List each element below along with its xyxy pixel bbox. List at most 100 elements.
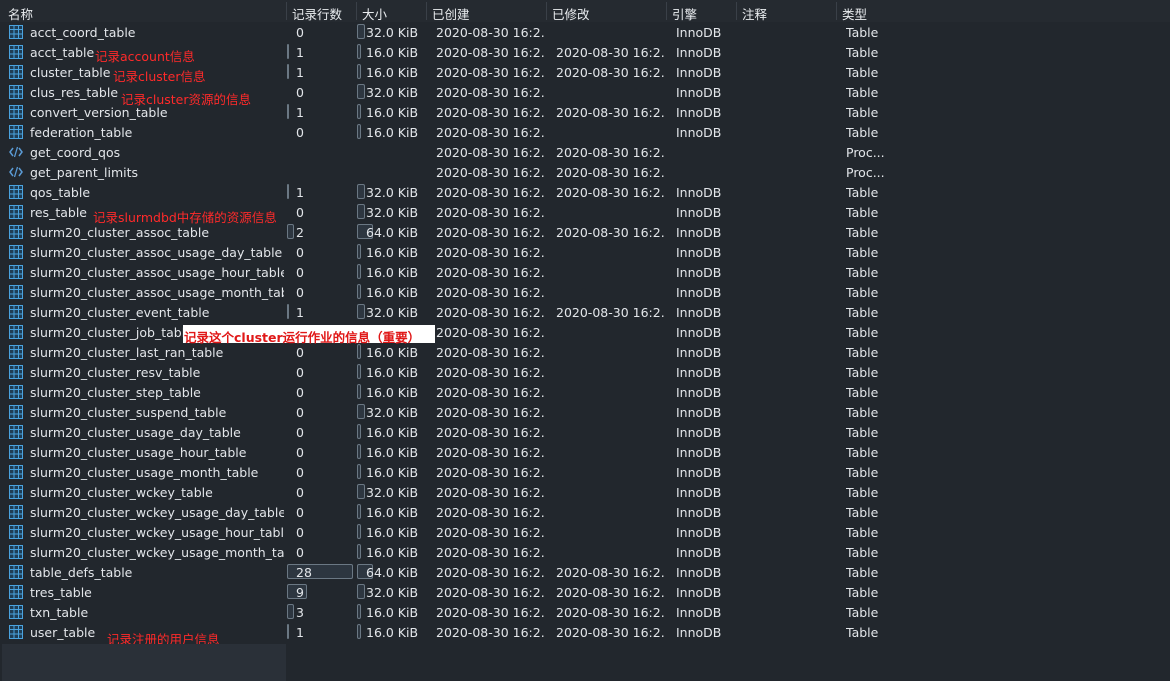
engine: InnoDB [676,465,722,480]
table-row[interactable]: table_defs_table 28 64.0 KiB 2020-08-30 16:… [0,562,1170,582]
size-bar [357,464,361,479]
column-divider[interactable] [546,2,547,20]
row-count: 1 [296,185,304,200]
table-row[interactable]: slurm20_cluster_wckey_usage_day_table 0 16… [0,502,1170,522]
table-row[interactable]: slurm20_cluster_assoc_usage_day_table 0 16… [0,242,1170,262]
table-row[interactable]: txn_table 3 16.0 KiB 2020-08-30 16:2... 2020… [0,602,1170,622]
procedure-code-icon [9,165,23,179]
table-row[interactable]: slurm20_cluster_wckey_table 0 32.0 KiB 2020… [0,482,1170,502]
object-name: slurm20_cluster_wckey_usage_month_table [30,545,284,560]
size-bar [357,544,361,559]
object-type: Table [846,185,879,200]
table-row[interactable]: tres_table 9 32.0 KiB 2020-08-30 16:2... 202… [0,582,1170,602]
table-row[interactable]: slurm20_cluster_assoc_usage_hour_table 0 1… [0,262,1170,282]
table-row[interactable]: get_parent_limits 2020-08-30 16:2... 2020-… [0,162,1170,182]
object-type: Table [846,305,879,320]
size-bar [357,444,361,459]
table-row[interactable]: slurm20_cluster_resv_table 0 16.0 KiB 2020-… [0,362,1170,382]
table-row[interactable]: slurm20_cluster_usage_month_table 0 16.0 K… [0,462,1170,482]
table-row[interactable]: slurm20_cluster_step_table 0 16.0 KiB 2020-… [0,382,1170,402]
object-name: slurm20_cluster_wckey_usage_day_table [30,505,284,520]
column-divider[interactable] [286,2,287,20]
data-size: 16.0 KiB [366,505,419,520]
row-count: 0 [296,345,304,360]
created-time: 2020-08-30 16:2... [436,85,544,100]
object-type: Table [846,425,879,440]
object-type: Table [846,445,879,460]
table-grid-icon [9,605,23,619]
size-bar [357,404,365,419]
table-grid-icon [9,245,23,259]
data-size: 32.0 KiB [366,205,419,220]
table-row[interactable]: slurm20_cluster_suspend_table 0 32.0 KiB 20… [0,402,1170,422]
data-size: 32.0 KiB [366,85,419,100]
data-size: 64.0 KiB [366,225,419,240]
list-footer-area [2,644,286,681]
created-time: 2020-08-30 16:2... [436,565,544,580]
row-count: 0 [296,465,304,480]
table-row[interactable]: acct_coord_table 0 32.0 KiB 2020-08-30 16:2… [0,22,1170,42]
object-type: Table [846,325,879,340]
object-name: slurm20_cluster_suspend_table [30,405,227,420]
column-divider[interactable] [836,2,837,20]
created-time: 2020-08-30 16:2... [436,425,544,440]
table-grid-icon [9,465,23,479]
object-type: Table [846,605,879,620]
data-size: 16.0 KiB [366,245,419,260]
col-created-header[interactable]: 已创建 [432,4,470,23]
table-row[interactable]: qos_table 1 32.0 KiB 2020-08-30 16:2... 2020… [0,182,1170,202]
object-type: Table [846,105,879,120]
table-row[interactable]: slurm20_cluster_wckey_usage_month_table 0… [0,542,1170,562]
col-rows-header[interactable]: 记录行数 [292,4,342,23]
object-type: Table [846,365,879,380]
object-type: Table [846,505,879,520]
table-row[interactable]: slurm20_cluster_wckey_usage_hour_table 0 1… [0,522,1170,542]
table-row[interactable]: slurm20_cluster_usage_hour_table 0 16.0 Ki… [0,442,1170,462]
object-type: Table [846,525,879,540]
table-grid-icon [9,425,23,439]
modified-time: 2020-08-30 16:2... [556,585,664,600]
col-engine-header[interactable]: 引擎 [672,4,697,23]
table-row[interactable]: slurm20_cluster_event_table 1 32.0 KiB 2020… [0,302,1170,322]
table-row[interactable]: slurm20_cluster_job_table 2020-08-30 16:2… [0,322,1170,342]
rows-count-bar [287,304,289,319]
column-divider[interactable] [736,2,737,20]
column-divider[interactable] [426,2,427,20]
col-type-header[interactable]: 类型 [842,4,867,23]
modified-time: 2020-08-30 16:2... [556,165,664,180]
object-type: Table [846,45,879,60]
engine: InnoDB [676,305,722,320]
table-row[interactable]: slurm20_cluster_last_ran_table 0 16.0 KiB 2… [0,342,1170,362]
engine: InnoDB [676,445,722,460]
created-time: 2020-08-30 16:2... [436,285,544,300]
column-divider[interactable] [356,2,357,20]
col-comment-header[interactable]: 注释 [742,4,767,23]
col-size-header[interactable]: 大小 [362,4,387,23]
created-time: 2020-08-30 16:2... [436,25,544,40]
col-modified-header[interactable]: 已修改 [552,4,590,23]
table-row[interactable]: get_coord_qos 2020-08-30 16:2... 2020-08-3… [0,142,1170,162]
size-bar [357,244,361,259]
created-time: 2020-08-30 16:2... [436,125,544,140]
object-name: slurm20_cluster_resv_table [30,365,201,380]
table-grid-icon [9,525,23,539]
object-type: Table [846,265,879,280]
table-grid-icon [9,25,23,39]
row-count: 0 [296,245,304,260]
table-grid-icon [9,45,23,59]
created-time: 2020-08-30 16:2... [436,605,544,620]
table-row[interactable]: slurm20_cluster_usage_day_table 0 16.0 KiB… [0,422,1170,442]
table-row[interactable]: slurm20_cluster_assoc_usage_month_table 0… [0,282,1170,302]
table-grid-icon [9,405,23,419]
column-divider[interactable] [666,2,667,20]
engine: InnoDB [676,345,722,360]
data-size: 32.0 KiB [366,485,419,500]
annotation-job-box: 记录这个cluster运行作业的信息（重要） [183,325,435,345]
engine: InnoDB [676,565,722,580]
col-name-header[interactable]: 名称 [8,4,33,23]
object-name: slurm20_cluster_usage_day_table [30,425,241,440]
size-bar [357,344,361,359]
engine: InnoDB [676,605,722,620]
table-row[interactable]: federation_table 0 16.0 KiB 2020-08-30 16:2… [0,122,1170,142]
engine: InnoDB [676,125,722,140]
